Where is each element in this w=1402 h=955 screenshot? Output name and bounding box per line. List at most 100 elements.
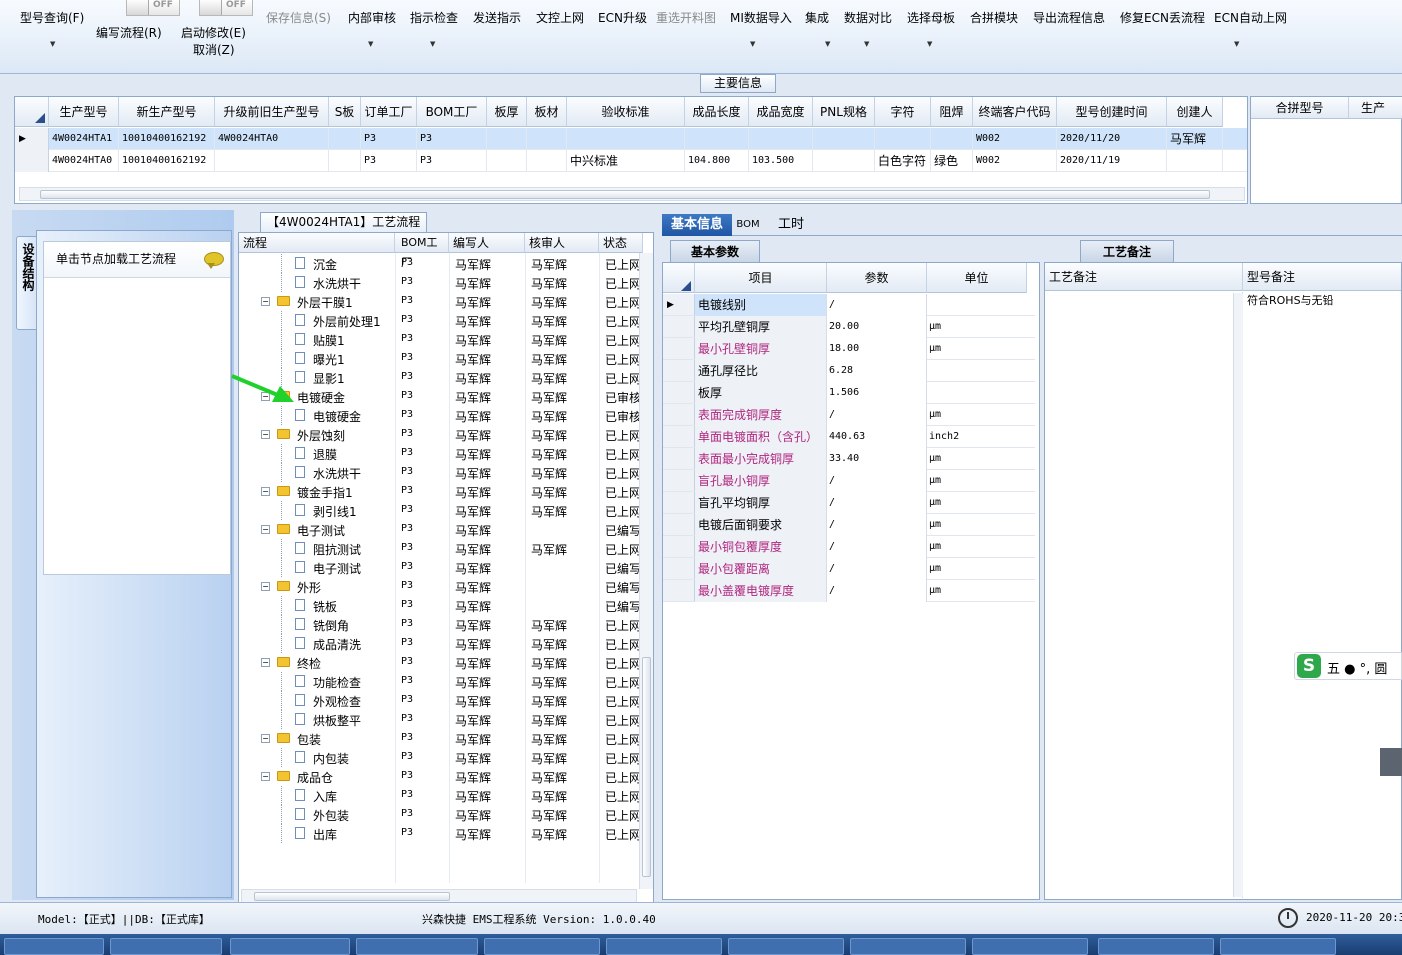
collapse-icon[interactable]: − [261, 297, 270, 306]
chevron-down-icon[interactable]: ▼ [750, 40, 755, 48]
notes-scrollbar[interactable] [1233, 293, 1243, 897]
column-header[interactable]: 创建人 [1167, 97, 1223, 127]
node-card[interactable]: 单击节点加载工艺流程 [43, 241, 231, 575]
toolbar-sublabel[interactable]: 取消(Z) [193, 41, 235, 58]
taskbar-button[interactable] [1098, 938, 1214, 955]
side-column-header[interactable]: 生产 [1349, 97, 1402, 119]
table-cell[interactable] [215, 150, 329, 172]
table-cell[interactable]: P3 [417, 128, 487, 150]
column-header[interactable]: 成品宽度 [749, 97, 813, 127]
param-row[interactable]: 单面电镀面积（含孔） 440.63 inch2 [663, 426, 1035, 448]
collapse-icon[interactable]: − [261, 430, 270, 439]
table-cell[interactable] [487, 150, 527, 172]
param-value[interactable]: 440.63 [827, 426, 927, 448]
process-notes-tab[interactable]: 工艺备注 [1080, 240, 1174, 262]
taskbar-button[interactable] [110, 938, 222, 955]
param-value[interactable]: / [827, 294, 927, 316]
chevron-down-icon[interactable]: ▼ [430, 40, 435, 48]
table-cell[interactable]: P3 [417, 150, 487, 172]
param-value[interactable]: / [827, 514, 927, 536]
tree-row[interactable]: 贴膜1 P3 马军辉 马军辉 已上网 [239, 330, 639, 349]
param-value[interactable]: 6.28 [827, 360, 927, 382]
param-value[interactable]: 20.00 [827, 316, 927, 338]
column-header[interactable]: 终端客户代码 [973, 97, 1057, 127]
tree-row[interactable]: 外观检查 P3 马军辉 马军辉 已上网 [239, 691, 639, 710]
table-cell[interactable]: 10010400162192 [119, 150, 215, 172]
param-row[interactable]: 平均孔壁铜厚 20.00 μm [663, 316, 1035, 338]
collapse-icon[interactable]: − [261, 658, 270, 667]
table-cell[interactable] [1167, 150, 1223, 172]
tree-row[interactable]: 外层前处理1 P3 马军辉 马军辉 已上网 [239, 311, 639, 330]
toolbar-button-0[interactable]: 型号查询(F) ▼ [20, 0, 104, 72]
column-header[interactable]: 字符 [875, 97, 931, 127]
tree-row[interactable]: 内包装 P3 马军辉 马军辉 已上网 [239, 748, 639, 767]
tree-row[interactable]: 水洗烘干 P3 马军辉 马军辉 已上网 [239, 463, 639, 482]
param-row[interactable]: 盲孔最小铜厚 / μm [663, 470, 1035, 492]
taskbar-button[interactable] [606, 938, 722, 955]
table-cell[interactable]: 104.800 [685, 150, 749, 172]
param-value[interactable]: 18.00 [827, 338, 927, 360]
side-grip-icon[interactable] [1380, 748, 1402, 776]
scrollbar-thumb[interactable] [40, 190, 1210, 199]
tree-row[interactable]: 电子测试 P3 马军辉 已编写 [239, 558, 639, 577]
table-cell[interactable]: P3 [361, 150, 417, 172]
taskbar-button[interactable] [972, 938, 1088, 955]
param-row[interactable]: 最小铜包覆厚度 / μm [663, 536, 1035, 558]
tree-row[interactable]: 显影1 P3 马军辉 马军辉 已上网 [239, 368, 639, 387]
tree-row[interactable]: 铣板 P3 马军辉 已编写 [239, 596, 639, 615]
table-cell[interactable] [329, 150, 361, 172]
params-column-header[interactable]: 单位 [927, 263, 1027, 293]
process-notes-textarea[interactable] [1045, 292, 1243, 898]
taskbar-button[interactable] [728, 938, 844, 955]
tree-row[interactable]: 水洗烘干 P3 马军辉 马军辉 已上网 [239, 273, 639, 292]
tree-row[interactable]: 外包装 P3 马军辉 马军辉 已上网 [239, 805, 639, 824]
column-header[interactable]: 型号创建时间 [1057, 97, 1167, 127]
toolbar-button-16[interactable]: 修复ECN丢流程 [1120, 0, 1205, 72]
tree-row[interactable]: − 终检 P3 马军辉 马军辉 已上网 [239, 653, 639, 672]
column-header[interactable]: 板厚 [487, 97, 527, 127]
table-cell[interactable]: P3 [361, 128, 417, 150]
collapse-icon[interactable]: − [261, 487, 270, 496]
table-cell[interactable]: 马军辉 [1167, 128, 1223, 150]
tree-row[interactable]: 剥引线1 P3 马军辉 马军辉 已上网 [239, 501, 639, 520]
param-row[interactable]: 最小包覆距离 / μm [663, 558, 1035, 580]
chevron-down-icon[interactable]: ▼ [368, 40, 373, 48]
table-cell[interactable] [487, 128, 527, 150]
tree-row[interactable]: 曝光1 P3 马军辉 马军辉 已上网 [239, 349, 639, 368]
table-cell[interactable] [749, 128, 813, 150]
table-cell[interactable]: 白色字符 [875, 150, 931, 172]
table-cell[interactable]: W002 [973, 128, 1057, 150]
collapse-icon[interactable]: − [261, 582, 270, 591]
tree-row[interactable]: − 镀金手指1 P3 马军辉 马军辉 已上网 [239, 482, 639, 501]
scrollbar-thumb[interactable] [642, 657, 651, 877]
tree-row[interactable]: − 包装 P3 马军辉 马军辉 已上网 [239, 729, 639, 748]
column-header[interactable]: 阻焊 [931, 97, 973, 127]
param-value[interactable]: / [827, 536, 927, 558]
process-column-header[interactable]: 流程 [239, 233, 395, 253]
column-header[interactable]: 成品长度 [685, 97, 749, 127]
tab-0[interactable]: 基本信息 [662, 214, 732, 236]
param-row[interactable]: ▶ 电镀线别 / [663, 294, 1035, 316]
vertical-scrollbar[interactable] [639, 253, 653, 889]
tree-row[interactable]: − 电子测试 P3 马军辉 已编写 [239, 520, 639, 539]
collapse-icon[interactable]: − [261, 734, 270, 743]
horizontal-scrollbar[interactable] [19, 187, 1245, 201]
tree-row[interactable]: − 外形 P3 马军辉 已编写 [239, 577, 639, 596]
taskbar-button[interactable] [850, 938, 966, 955]
taskbar-button[interactable] [1220, 938, 1336, 955]
param-value[interactable]: / [827, 580, 927, 602]
column-header[interactable]: S板 [329, 97, 361, 127]
table-cell[interactable]: 4W0024HTA0 [215, 128, 329, 150]
chevron-down-icon[interactable]: ▼ [864, 40, 869, 48]
column-header[interactable]: 生产型号 [49, 97, 119, 127]
toolbar-button-10[interactable]: MI数据导入 ▼ [730, 0, 814, 72]
scrollbar-thumb[interactable] [254, 892, 450, 901]
equipment-structure-tab[interactable]: 设备结构 [16, 236, 38, 330]
tree-row[interactable]: − 成品仓 P3 马军辉 马军辉 已上网 [239, 767, 639, 786]
table-cell[interactable] [813, 128, 875, 150]
table-cell[interactable]: 中兴标准 [567, 150, 685, 172]
table-cell[interactable]: 10010400162192 [119, 128, 215, 150]
toolbar-button-15[interactable]: 导出流程信息 [1033, 0, 1117, 72]
column-header[interactable]: 升级前旧生产型号 [215, 97, 329, 127]
process-column-header[interactable]: BOM工厂 [395, 233, 449, 269]
